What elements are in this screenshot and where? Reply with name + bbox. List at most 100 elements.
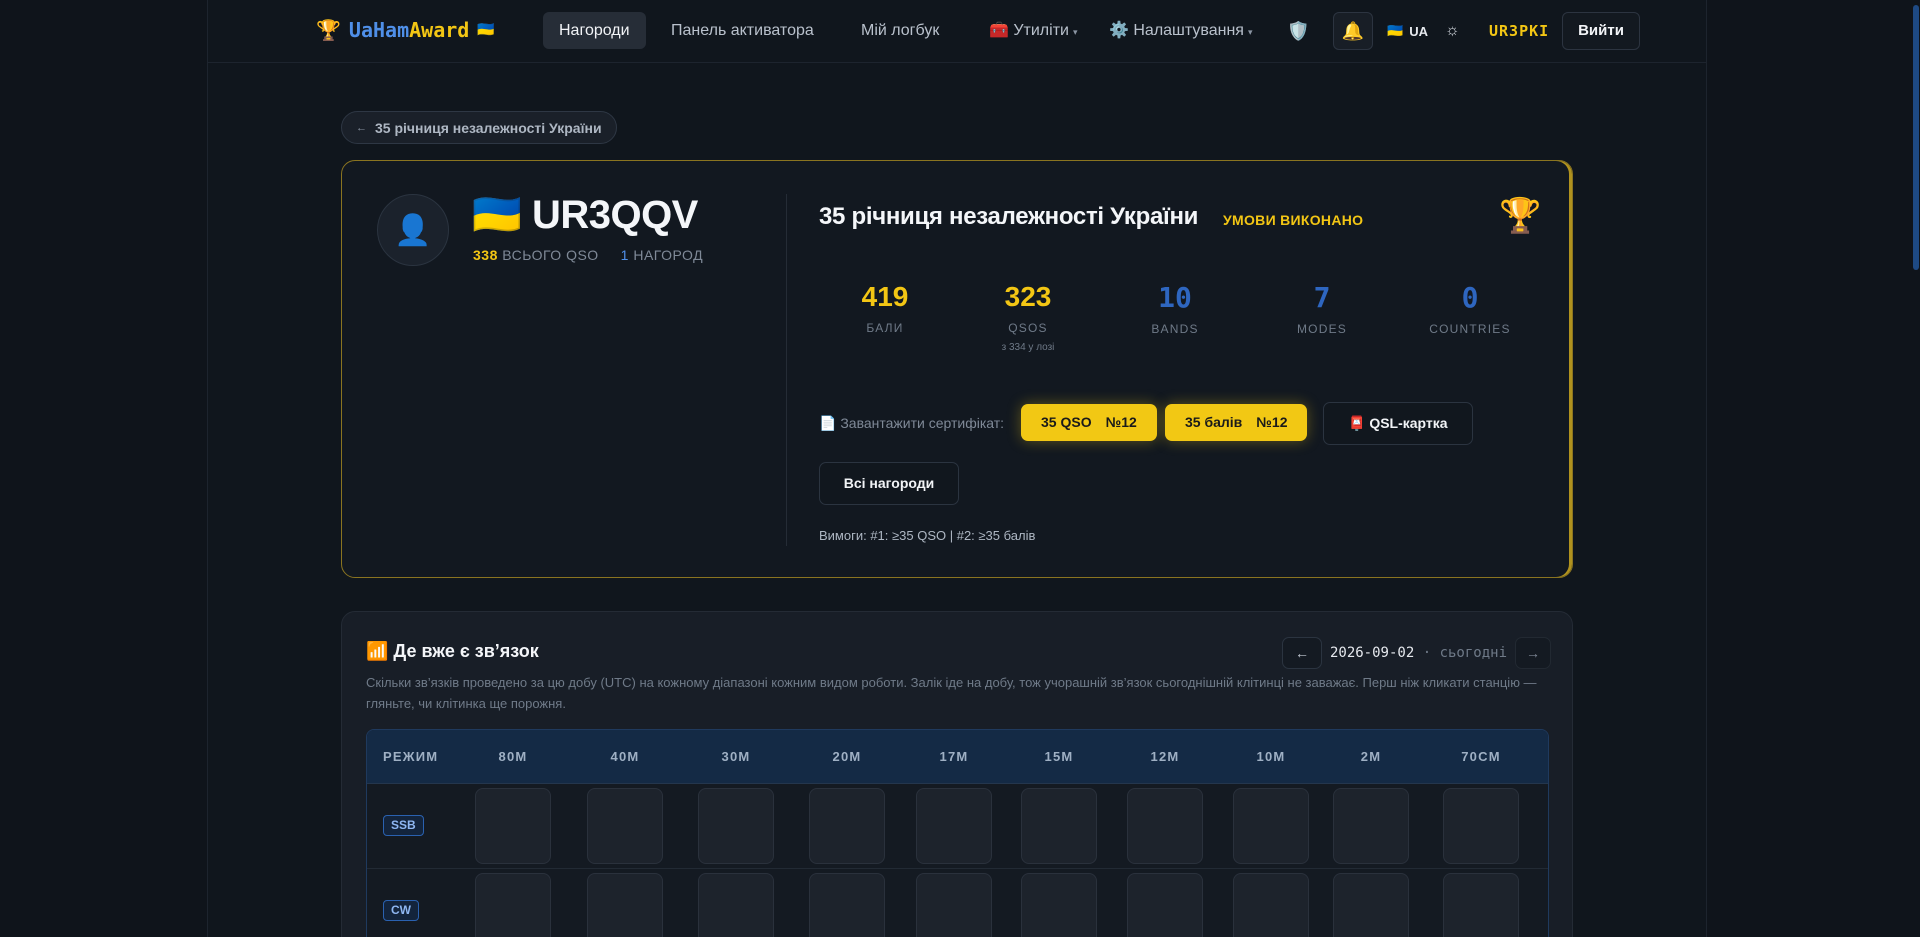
column-header-band: 20M bbox=[832, 749, 862, 764]
trophy-icon: 🏆 bbox=[1499, 197, 1542, 235]
callsign-text: UR3QQV bbox=[531, 193, 698, 237]
qsl-card-button[interactable]: 📮 QSL-картка bbox=[1323, 402, 1473, 445]
award-title: 35 річниця незалежності України bbox=[819, 203, 1199, 230]
grid-cell[interactable] bbox=[916, 873, 992, 937]
chevron-down-icon: ▾ bbox=[1247, 27, 1253, 37]
arrow-right-icon: → bbox=[1526, 645, 1540, 661]
grid-cell[interactable] bbox=[1333, 788, 1409, 864]
grid-cell[interactable] bbox=[1021, 788, 1097, 864]
grid-cell[interactable] bbox=[1443, 788, 1519, 864]
back-label: 35 річниця незалежності України bbox=[375, 119, 602, 136]
grid-cell[interactable] bbox=[1443, 873, 1519, 937]
stat-value: 323 bbox=[1004, 281, 1052, 312]
status-badge: УМОВИ ВИКОНАНО bbox=[1223, 212, 1364, 228]
next-day-button[interactable]: → bbox=[1515, 637, 1551, 669]
today-label: сьогодні bbox=[1439, 645, 1507, 661]
all-awards-button[interactable]: Всі нагороди bbox=[819, 462, 959, 505]
language-code: UA bbox=[1409, 23, 1428, 39]
stat-label: QSOS bbox=[1008, 321, 1048, 335]
stat-label: COUNTRIES bbox=[1429, 322, 1511, 336]
stat-modes: 7 MODES bbox=[1262, 281, 1382, 336]
column-header-band: 40M bbox=[610, 749, 640, 764]
date-separator: · bbox=[1414, 645, 1440, 661]
page-scrollbar[interactable] bbox=[1912, 0, 1920, 937]
brand-logo[interactable]: 🏆 UaHamAward 🇺🇦 bbox=[316, 18, 495, 42]
ukraine-flag-icon: 🇺🇦 bbox=[477, 22, 495, 38]
logout-button[interactable]: Вийти bbox=[1562, 12, 1640, 50]
previous-day-button[interactable]: ← bbox=[1281, 637, 1322, 669]
nav-settings-label: ⚙️ Налаштування bbox=[1109, 22, 1244, 39]
column-header-band: 30M bbox=[721, 749, 751, 764]
date-value: 2026-09-02 bbox=[1329, 645, 1415, 661]
divider bbox=[786, 194, 787, 546]
operator-callsign: 🇺🇦 UR3QQV bbox=[472, 191, 698, 238]
grid-row-ssb: SSB bbox=[367, 784, 1548, 869]
nav-settings-dropdown[interactable]: ⚙️ Налаштування ▾ bbox=[1093, 12, 1268, 49]
grid-cell[interactable] bbox=[587, 873, 663, 937]
grid-cell[interactable] bbox=[1127, 873, 1203, 937]
certificate-download-label: 📄 Завантажити сертифікат: bbox=[819, 415, 1005, 431]
scrollbar-thumb[interactable] bbox=[1913, 5, 1919, 270]
section-description: Скільки зв’язків проведено за цю добу (U… bbox=[366, 675, 1537, 711]
grid-cell[interactable] bbox=[809, 788, 885, 864]
certificate-35-qso-button[interactable]: 35 QSO №12 bbox=[1021, 404, 1157, 441]
grid-cell[interactable] bbox=[587, 788, 663, 864]
notifications-button[interactable]: 🔔 bbox=[1333, 12, 1373, 50]
bell-icon: 🔔 bbox=[1341, 20, 1365, 41]
language-switcher[interactable]: 🇺🇦 UA bbox=[1387, 12, 1428, 50]
grid-cell[interactable] bbox=[809, 873, 885, 937]
column-header-band: 10M bbox=[1256, 749, 1286, 764]
column-header-band: 15M bbox=[1044, 749, 1074, 764]
grid-cell[interactable] bbox=[1127, 788, 1203, 864]
brand-name-part1: UaHam bbox=[348, 18, 410, 42]
stat-sublabel: з 334 у лозі bbox=[1001, 342, 1055, 353]
cert-label: 35 балів bbox=[1185, 414, 1243, 430]
operator-summary: 338 ВСЬОГО QSO 1 НАГОРОД bbox=[473, 247, 703, 263]
band-mode-coverage-card: 📶 Де вже є зв’язок ← 2026-09-02 · сьогод… bbox=[341, 611, 1573, 937]
cert-number: №12 bbox=[1256, 414, 1288, 430]
cert-label: 35 QSO bbox=[1041, 414, 1092, 430]
awards-count: 1 bbox=[620, 247, 629, 263]
stat-countries: 0 COUNTRIES bbox=[1410, 281, 1530, 336]
grid-cell[interactable] bbox=[1233, 788, 1309, 864]
column-header-band: 17M bbox=[939, 749, 969, 764]
user-icon: 👤 bbox=[394, 213, 432, 247]
theme-toggle-sun-icon[interactable]: ☼ bbox=[1445, 12, 1460, 50]
shield-icon[interactable]: 🛡️ bbox=[1287, 12, 1309, 50]
ukraine-flag-icon: 🇺🇦 bbox=[472, 193, 522, 237]
stat-points: 419 БАЛИ bbox=[825, 281, 945, 335]
nav-activator-panel[interactable]: Панель активатора bbox=[655, 12, 830, 49]
nav-activator-label: Панель активатора bbox=[671, 22, 814, 39]
nav-my-logbook[interactable]: Мій логбук bbox=[845, 12, 955, 49]
nav-logbook-label: Мій логбук bbox=[861, 22, 940, 39]
total-qso-count: 338 bbox=[473, 247, 498, 263]
grid-header-row: РЕЖИМ 80M 40M 30M 20M 17M 15M 12M 10M 2M 70CM bbox=[367, 730, 1548, 784]
grid-cell[interactable] bbox=[698, 873, 774, 937]
user-callsign[interactable]: UR3PKI bbox=[1489, 12, 1549, 50]
current-date: 2026-09-02 · сьогодні bbox=[1330, 645, 1507, 661]
brand-name-part2: Award bbox=[409, 18, 470, 42]
band-mode-grid: РЕЖИМ 80M 40M 30M 20M 17M 15M 12M 10M 2M 70CM SSB… bbox=[366, 729, 1549, 937]
mode-badge: SSB bbox=[383, 815, 424, 836]
grid-row-cw: CW bbox=[367, 869, 1548, 937]
column-header-band: 70CM bbox=[1461, 749, 1501, 764]
grid-cell[interactable] bbox=[475, 873, 551, 937]
grid-cell[interactable] bbox=[475, 788, 551, 864]
chevron-down-icon: ▾ bbox=[1072, 27, 1078, 37]
grid-cell[interactable] bbox=[1333, 873, 1409, 937]
top-navbar: 🏆 UaHamAward 🇺🇦 Нагороди Панель активато… bbox=[207, 0, 1707, 63]
grid-cell[interactable] bbox=[698, 788, 774, 864]
grid-cell[interactable] bbox=[1233, 873, 1309, 937]
column-header-band: 2M bbox=[1360, 749, 1382, 764]
nav-utilities-dropdown[interactable]: 🧰 Утиліти ▾ bbox=[973, 12, 1093, 49]
stat-value: 7 bbox=[1313, 281, 1331, 314]
back-to-award-button[interactable]: ← 35 річниця незалежності України bbox=[341, 111, 617, 144]
grid-cell[interactable] bbox=[916, 788, 992, 864]
nav-awards[interactable]: Нагороди bbox=[543, 12, 646, 49]
award-progress-card: 👤 🇺🇦 UR3QQV 338 ВСЬОГО QSO 1 НАГОРОД 35 … bbox=[341, 160, 1573, 578]
trophy-icon: 🏆 bbox=[316, 18, 341, 42]
certificate-35-points-button[interactable]: 35 балів №12 bbox=[1165, 404, 1308, 441]
stat-value: 0 bbox=[1461, 281, 1479, 314]
grid-cell[interactable] bbox=[1021, 873, 1097, 937]
stat-qsos: 323 QSOS з 334 у лозі bbox=[968, 281, 1088, 353]
